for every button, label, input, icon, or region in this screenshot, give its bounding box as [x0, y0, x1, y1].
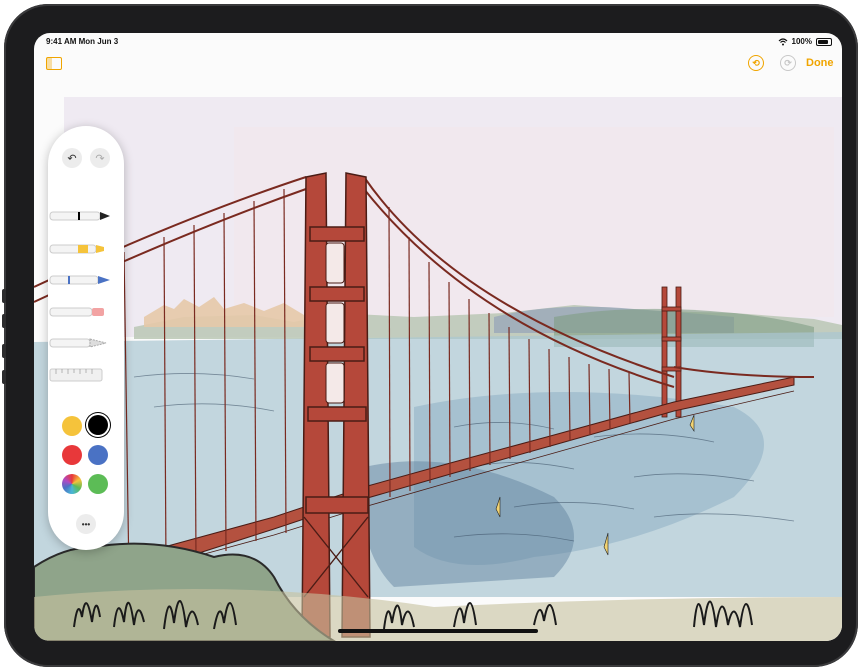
screen: 9:41 AM Mon Jun 3 100% ⟲ ⟳ Done ↶ ↷ ••• [34, 33, 842, 641]
sidebar-toggle-icon[interactable] [46, 57, 62, 70]
battery-percent: 100% [791, 37, 812, 46]
ruler-tool-icon[interactable] [48, 367, 114, 383]
eraser-tool-icon[interactable] [48, 305, 114, 319]
color-swatch-black[interactable] [88, 415, 108, 435]
color-swatch-red[interactable] [62, 445, 82, 465]
pen-tool-icon[interactable] [48, 209, 114, 223]
color-swatch-yellow[interactable] [62, 416, 82, 436]
side-button [2, 314, 6, 328]
status-bar: 9:41 AM Mon Jun 3 100% [34, 33, 842, 51]
done-button[interactable]: Done [806, 57, 834, 69]
undo-button[interactable]: ⟲ [748, 55, 764, 71]
status-time: 9:41 AM Mon Jun 3 [46, 37, 119, 46]
redo-button[interactable]: ⟳ [780, 55, 796, 71]
side-button [2, 289, 6, 303]
wifi-icon [778, 37, 787, 45]
palette-undo-button[interactable]: ↶ [62, 148, 82, 168]
home-indicator [338, 629, 538, 633]
side-button [2, 370, 6, 384]
color-swatch-green[interactable] [88, 474, 108, 494]
notes-toolbar: ⟲ ⟳ Done [34, 51, 842, 77]
status-right: 100% [778, 37, 832, 46]
side-button [2, 344, 6, 358]
battery-icon [816, 37, 832, 46]
tool-palette: ↶ ↷ ••• [48, 126, 124, 550]
lasso-tool-icon[interactable] [48, 336, 114, 350]
color-picker-wheel-icon[interactable] [62, 474, 82, 494]
more-options-button[interactable]: ••• [76, 514, 96, 534]
marker-tool-icon[interactable] [48, 242, 114, 256]
color-swatch-blue[interactable] [88, 445, 108, 465]
drawing-canvas[interactable] [34, 77, 842, 641]
pencil-tool-icon[interactable] [48, 273, 114, 287]
palette-redo-button[interactable]: ↷ [90, 148, 110, 168]
